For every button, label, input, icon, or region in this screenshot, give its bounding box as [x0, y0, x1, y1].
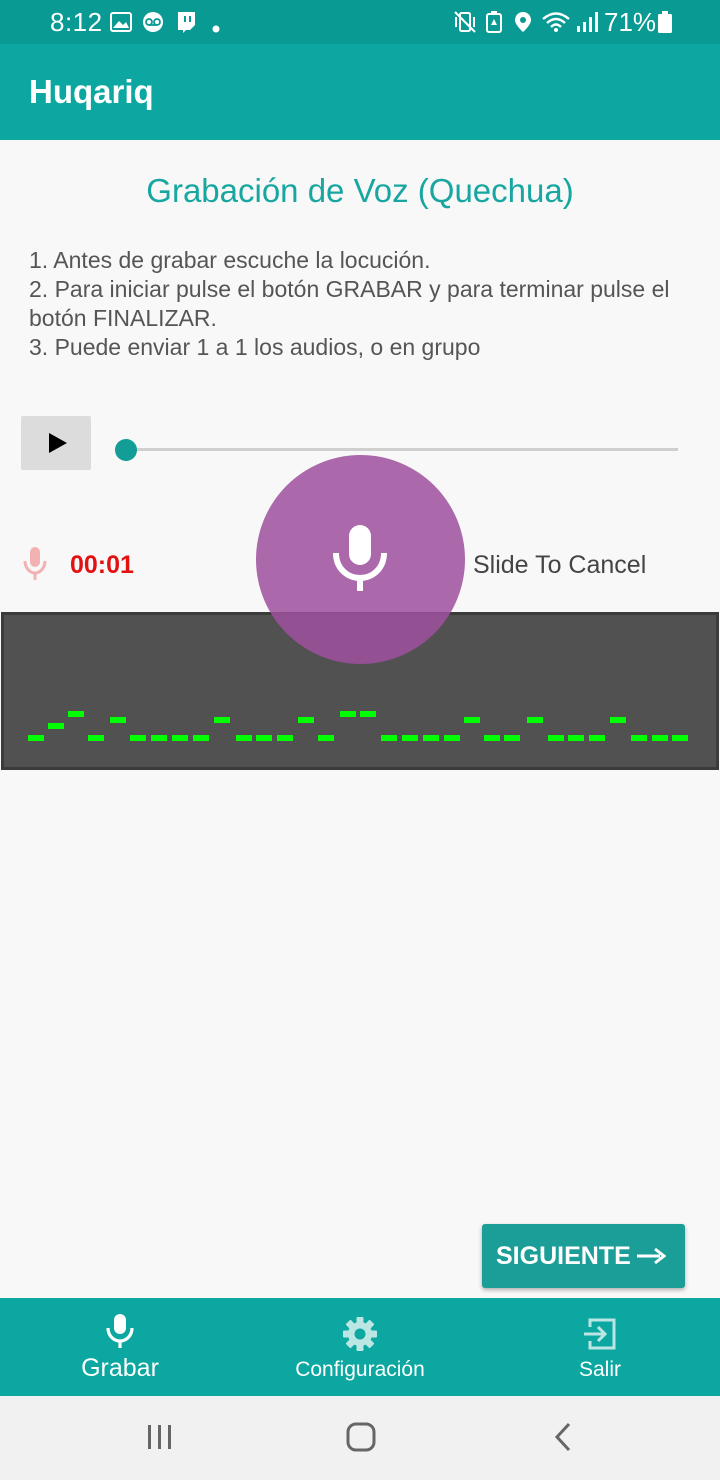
signal-icon — [577, 12, 598, 32]
play-button[interactable] — [21, 416, 91, 470]
status-bar: 8:12 71% — [0, 0, 720, 44]
recents-icon[interactable] — [146, 1424, 174, 1450]
instructions: 1. Antes de grabar escuche la locución. … — [29, 246, 699, 362]
location-icon — [515, 12, 531, 32]
nav-item-salir[interactable]: Salir — [480, 1298, 720, 1396]
seek-thumb[interactable] — [115, 439, 137, 461]
nav-item-configuracion[interactable]: Configuración — [240, 1298, 480, 1396]
dot-icon — [212, 25, 220, 33]
gear-icon — [343, 1317, 377, 1351]
nav-label-configuracion: Configuración — [295, 1358, 425, 1381]
battery-icon — [658, 11, 672, 33]
image-icon — [110, 12, 132, 32]
seek-bar[interactable] — [126, 448, 678, 451]
microphone-icon — [106, 1314, 134, 1348]
back-icon[interactable] — [553, 1422, 573, 1452]
nav-label-salir: Salir — [578, 1358, 621, 1381]
wifi-icon — [542, 12, 570, 32]
twitch-icon — [178, 12, 195, 33]
instruction-step-2: 2. Para iniciar pulse el botón GRABAR y … — [29, 276, 670, 331]
exit-icon — [584, 1318, 616, 1350]
arrow-right-icon — [637, 1247, 666, 1265]
app-bar: Huqariq — [0, 44, 720, 140]
voicemail-icon — [143, 12, 163, 32]
instruction-step-3: 3. Puede enviar 1 a 1 los audios, o en g… — [29, 334, 481, 360]
next-button[interactable]: SIGUIENTE — [482, 1224, 685, 1288]
battery-percent: 71% — [604, 7, 657, 37]
record-button[interactable] — [256, 455, 465, 664]
app-title: Huqariq — [29, 73, 154, 110]
bottom-navigation: Grabar Configuración Salir — [0, 1298, 720, 1396]
nav-label-grabar: Grabar — [81, 1354, 159, 1382]
nav-item-grabar[interactable]: Grabar — [0, 1298, 240, 1396]
instruction-step-1: 1. Antes de grabar escuche la locución. — [29, 247, 431, 273]
page-title: Grabación de Voz (Quechua) — [146, 172, 574, 209]
home-icon[interactable] — [346, 1422, 376, 1452]
slide-to-cancel-hint: Slide To Cancel — [473, 551, 647, 579]
system-navigation-bar — [0, 1396, 720, 1480]
recording-timer: 00:01 — [70, 551, 134, 579]
status-time: 8:12 — [50, 7, 103, 37]
microphone-icon — [333, 525, 387, 591]
recording-microphone-icon — [23, 547, 47, 580]
play-icon — [49, 433, 67, 453]
next-button-label: SIGUIENTE — [496, 1242, 631, 1270]
vibrate-mute-icon — [454, 11, 476, 33]
battery-saver-icon — [486, 11, 502, 33]
